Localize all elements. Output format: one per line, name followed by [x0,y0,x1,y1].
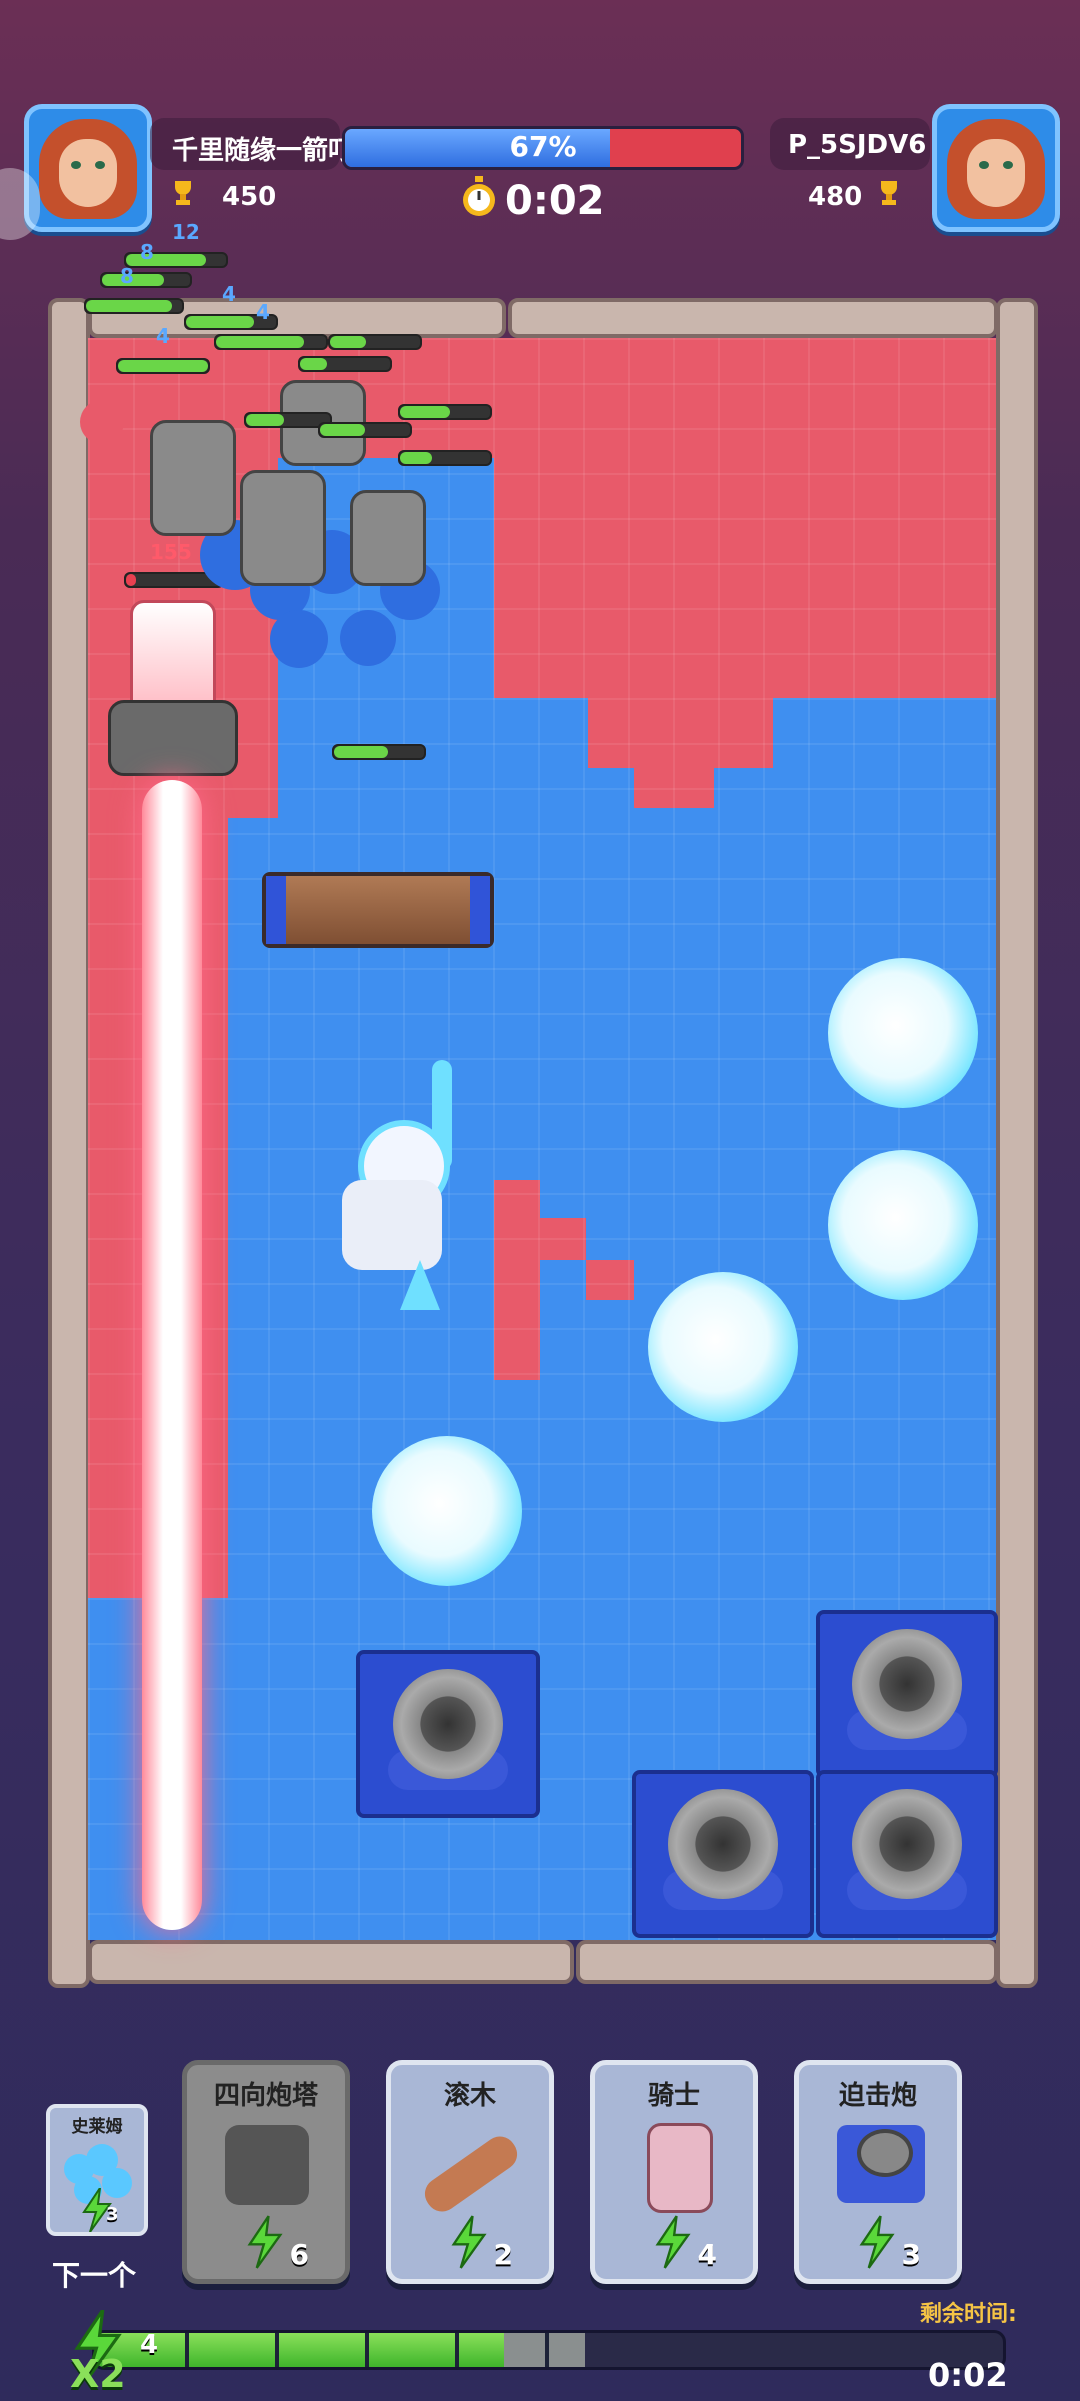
wall-top-right [508,298,998,338]
energy-orb [828,1150,978,1300]
player-level: 12 [172,220,200,244]
next-card-label: 下一个 [52,2259,137,2292]
trophy-icon [175,181,191,205]
card-cost: 6 [245,2213,309,2271]
next-card: 史莱姆 3 [46,2104,148,2236]
card-cost: 3 [857,2213,921,2271]
unit-hp-bar [100,272,192,288]
next-card-name: 史莱姆 [71,2117,123,2137]
unit-hp-bar [398,404,492,420]
unit-level: 4 [256,300,270,324]
unit-level: 4 [156,324,170,348]
unit-hp-bar [398,450,492,466]
mortar-building [816,1610,998,1778]
wall-bottom-right [576,1940,998,1984]
unit-hp-bar [332,744,426,760]
turret-icon [225,2125,309,2205]
opponent-trophies: 480 [808,182,863,212]
match-timer: 0:02 [505,178,605,224]
elixir-bar [92,2330,1006,2370]
knight-icon [647,2123,713,2213]
unit-level: 8 [120,264,134,288]
next-card-cost: 3 [106,2204,119,2225]
energy-orb [372,1436,522,1586]
trophy-icon [881,181,897,205]
mortar-building [356,1650,540,1818]
knight-unit [322,1060,482,1310]
wall-bottom-left [88,1940,574,1984]
log-icon [418,2130,524,2218]
card-cost: 2 [449,2213,513,2271]
opponent-name: P_5SJDV6 [788,130,927,160]
card-four-way-turret[interactable]: 四向炮塔 6 [182,2060,350,2284]
energy-orb [828,958,978,1108]
stopwatch-icon [463,176,495,216]
mortar-building [816,1770,998,1938]
card-knight[interactable]: 骑士 4 [590,2060,758,2284]
remaining-time: 0:02 [928,2356,1008,2394]
remaining-time-label: 剩余时间: [920,2302,1017,2327]
unit-level: 4 [222,282,236,306]
mortar-building [632,1770,814,1938]
progress-percent: 67% [509,130,577,163]
card-mortar[interactable]: 迫击炮 3 [794,2060,962,2284]
territory-progress-bar: 67% [342,126,744,170]
elixir-count: 4 [140,2330,159,2360]
rolling-log [262,872,494,948]
unit-hp-bar [298,356,392,372]
card-cost: 4 [653,2213,717,2271]
unit-level: 8 [140,240,154,264]
unit-hp-bar [84,298,184,314]
opponent-avatar [932,104,1060,232]
elixir-multiplier: X2 [70,2352,126,2396]
energy-orb [648,1272,798,1422]
unit-hp-bar [328,334,422,350]
mortar-icon [837,2125,925,2203]
unit-hp-bar [318,422,412,438]
wall-right [996,298,1038,1988]
card-rolling-log[interactable]: 滚木 2 [386,2060,554,2284]
unit-hp-bar [116,358,210,374]
player-name: 千里随缘一箭叮 [172,136,355,166]
player-trophies: 450 [222,182,277,212]
laser-beam [142,780,202,1930]
unit-hp-bar [214,334,328,350]
player-avatar [24,104,152,232]
